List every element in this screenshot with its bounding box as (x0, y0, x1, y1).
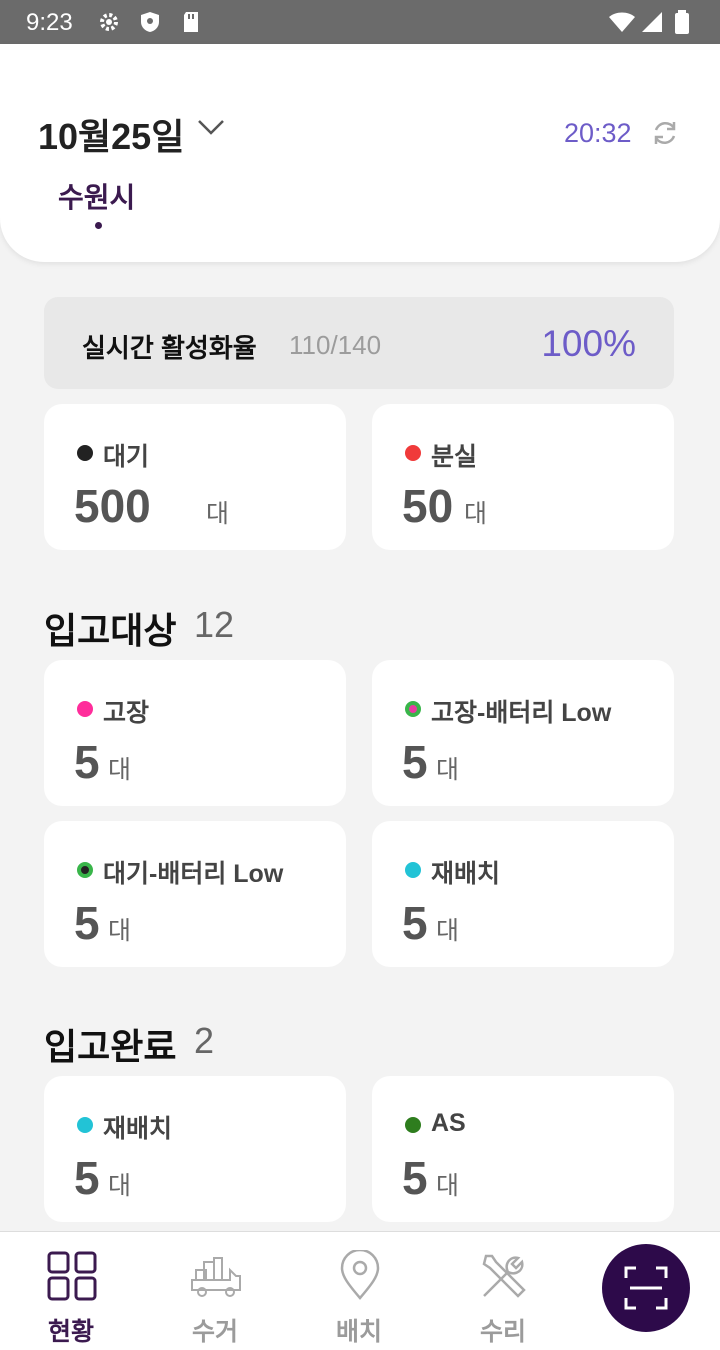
stat-value: 5 (74, 736, 100, 788)
refresh-icon[interactable] (650, 118, 680, 148)
section-title-incoming: 입고대상 (44, 610, 177, 651)
stat-value: 50 (402, 480, 454, 532)
status-dot (77, 701, 93, 717)
stat-card-completed-as[interactable]: AS 5 대 (372, 1076, 674, 1222)
stat-value: 5 (74, 1152, 100, 1204)
header-card: 10월25일 20:32 수원시 (0, 44, 720, 262)
status-dot (77, 1117, 93, 1133)
stat-label: 고장 (103, 699, 150, 727)
status-dot (77, 862, 93, 878)
stat-label: 분실 (431, 443, 478, 471)
section-title-completed: 입고완료 (44, 1026, 177, 1067)
stat-label: 대기-배터리 Low (103, 860, 284, 888)
truck-icon (191, 1257, 241, 1297)
status-dot (405, 445, 421, 461)
stat-label: 재배치 (431, 860, 501, 888)
stat-value: 5 (74, 897, 100, 949)
tab-city[interactable]: 수원시 (58, 176, 135, 216)
bottom-nav: 현황 수거 배치 수리 (0, 1231, 720, 1350)
status-dot (405, 701, 421, 717)
section-count-incoming: 12 (194, 604, 235, 645)
stat-unit: 대 (108, 917, 132, 945)
section-count-completed: 2 (194, 1020, 215, 1061)
dashboard-icon (47, 1251, 97, 1301)
stat-card-completed-redeploy[interactable]: 재배치 5 대 (44, 1076, 346, 1222)
stat-unit: 대 (206, 500, 230, 528)
nav-item-deploy[interactable]: 배치 (299, 1232, 419, 1350)
stat-unit: 대 (436, 1172, 460, 1200)
stat-unit: 대 (464, 500, 488, 528)
stat-unit: 대 (108, 1172, 132, 1200)
stat-card-lost[interactable]: 분실 50 대 (372, 404, 674, 550)
stat-unit: 대 (436, 756, 460, 784)
scan-icon (624, 1266, 668, 1310)
status-dot (77, 445, 93, 461)
nav-label: 배치 (335, 1318, 382, 1346)
chevron-down-icon[interactable] (196, 116, 226, 138)
wifi-icon (609, 12, 635, 32)
gear-icon (100, 13, 118, 31)
stat-value: 500 (74, 480, 151, 532)
date-selector[interactable]: 10월25일 (38, 108, 184, 160)
nav-item-repair[interactable]: 수리 (443, 1232, 563, 1350)
location-pin-icon (340, 1250, 380, 1300)
stat-card-redeploy[interactable]: 재배치 5 대 (372, 821, 674, 967)
stat-value: 5 (402, 1152, 428, 1204)
stat-label: AS (431, 1109, 466, 1137)
status-bar: 9:23 (0, 0, 720, 44)
activation-panel: 실시간 활성화율 110/140 100% (44, 297, 674, 389)
tab-indicator (95, 222, 102, 229)
stat-label: 재배치 (103, 1115, 173, 1143)
stat-unit: 대 (108, 756, 132, 784)
signal-icon (642, 12, 662, 32)
nav-item-collect[interactable]: 수거 (155, 1232, 275, 1350)
battery-icon (675, 10, 689, 34)
last-updated-time: 20:32 (564, 118, 632, 148)
activation-percent: 100% (541, 323, 636, 364)
stat-label: 고장-배터리 Low (431, 699, 612, 727)
status-dot (405, 1117, 421, 1133)
nav-label: 현황 (47, 1318, 94, 1346)
stat-value: 5 (402, 897, 428, 949)
nav-label: 수리 (479, 1318, 526, 1346)
shield-icon (141, 12, 159, 32)
activation-label: 실시간 활성화율 (82, 333, 257, 363)
nav-item-status[interactable]: 현황 (11, 1232, 131, 1350)
stat-value: 5 (402, 736, 428, 788)
sd-card-icon (184, 12, 198, 32)
activation-count: 110/140 (289, 330, 382, 360)
tools-icon (482, 1254, 526, 1298)
stat-card-broken-battery-low[interactable]: 고장-배터리 Low 5 대 (372, 660, 674, 806)
status-dot (405, 862, 421, 878)
stat-label: 대기 (103, 443, 150, 471)
nav-label: 수거 (191, 1318, 238, 1346)
status-time: 9:23 (26, 9, 73, 36)
stat-card-idle[interactable]: 대기 500 대 (44, 404, 346, 550)
stat-unit: 대 (436, 917, 460, 945)
scan-button[interactable] (602, 1244, 690, 1332)
stat-card-broken[interactable]: 고장 5 대 (44, 660, 346, 806)
stat-card-idle-battery-low[interactable]: 대기-배터리 Low 5 대 (44, 821, 346, 967)
